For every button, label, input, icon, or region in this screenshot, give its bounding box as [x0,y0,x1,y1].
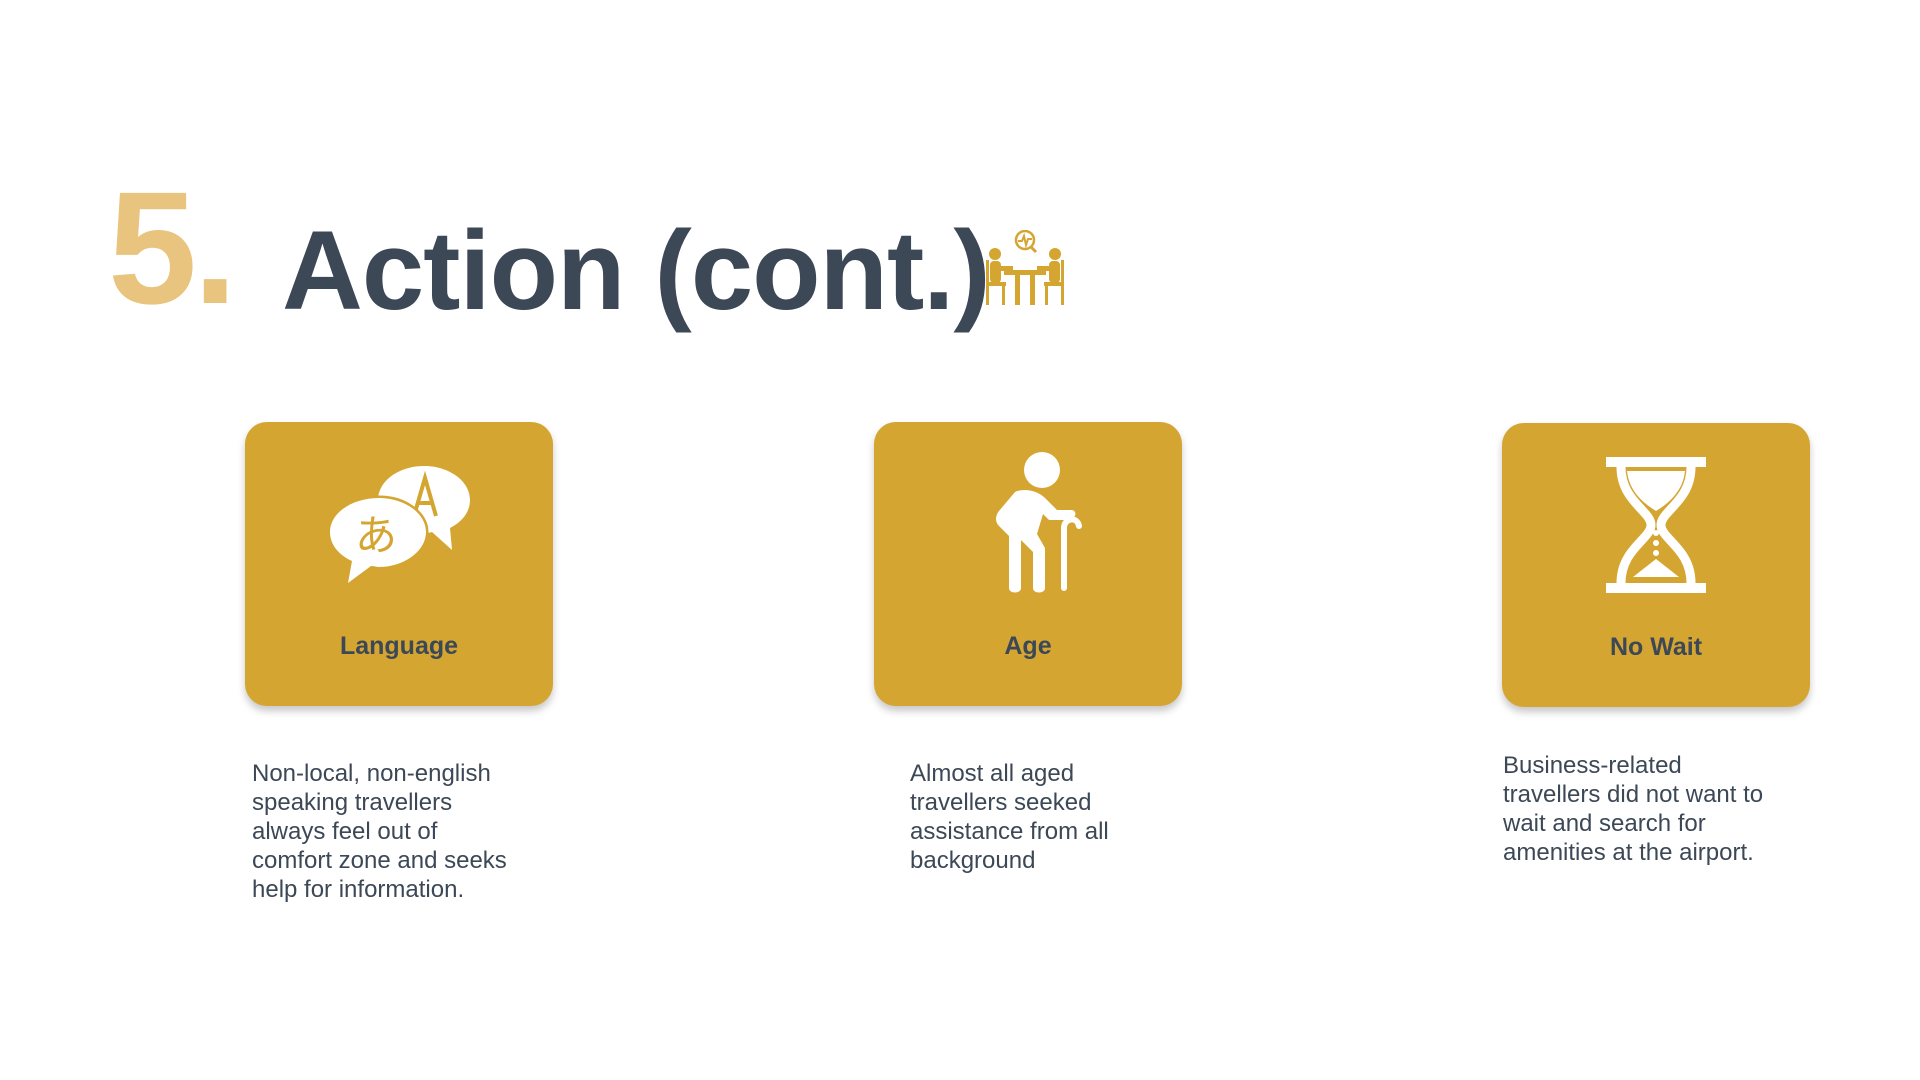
card-description-no-wait: Business-related travellers did not want… [1503,752,1764,866]
elderly-person-icon [996,452,1082,593]
card-label: Language [339,632,459,660]
svg-text:あ: あ [355,511,397,560]
card-language: あ Language [245,422,553,706]
language-translate-icon: あ [327,466,470,589]
card-label: No Wait [1609,633,1703,661]
card-description-age: Almost all aged travellers seeked assist… [910,760,1109,874]
card-age: Age [874,422,1182,706]
hourglass-icon [1606,457,1706,593]
section-number: 5. [108,158,237,337]
meeting-icon [986,230,1064,305]
card-no-wait: No Wait [1502,423,1810,707]
page-title: Action (cont.) [282,208,991,333]
card-description-language: Non-local, non-english speaking travelle… [252,760,507,903]
card-label: Age [1004,632,1052,660]
